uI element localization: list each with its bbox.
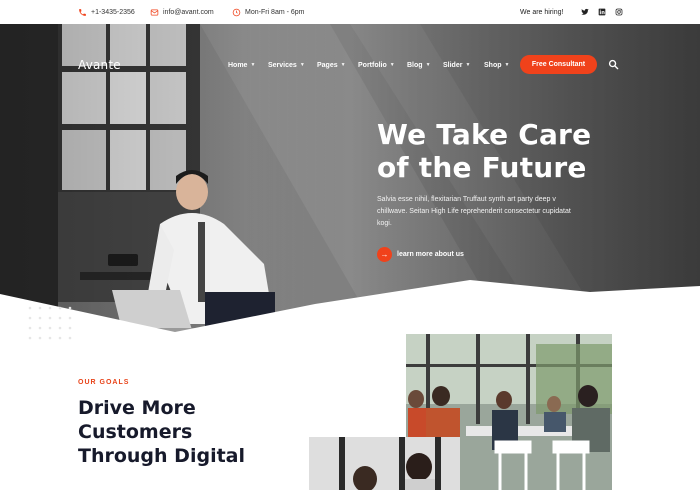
chevron-down-icon: ▼	[389, 62, 395, 68]
clock-icon	[232, 8, 241, 16]
nav-shop[interactable]: Shop ▼	[484, 60, 509, 70]
nav-label: Portfolio	[358, 61, 387, 69]
email-text: info@avant.com	[163, 8, 214, 16]
twitter-link[interactable]	[579, 6, 591, 18]
instagram-icon	[615, 8, 623, 16]
twitter-icon	[581, 8, 589, 15]
section-title-line: Customers	[78, 421, 193, 443]
nav-label: Slider	[443, 61, 463, 69]
chevron-down-icon: ▼	[340, 62, 346, 68]
site-logo[interactable]: Avante	[78, 58, 121, 72]
section-title-line: Drive More	[78, 397, 196, 419]
hours-text: Mon-Fri 8am - 6pm	[245, 8, 305, 16]
team-photo	[309, 437, 460, 490]
arrow-right-icon: →	[377, 247, 392, 262]
hero-title-line: We Take Care	[377, 118, 592, 151]
hero-title: We Take Care of the Future	[377, 118, 677, 184]
section-title: Drive More Customers Through Digital	[78, 396, 298, 468]
top-bar: +1-3435-2356 info@avant.com Mon-Fri 8am …	[0, 0, 700, 24]
nav-portfolio[interactable]: Portfolio ▼	[358, 60, 395, 70]
linkedin-icon	[598, 8, 606, 16]
nav-services[interactable]: Services ▼	[268, 60, 305, 70]
hero-wave-divider	[0, 280, 700, 354]
chevron-down-icon: ▼	[250, 62, 256, 68]
section-title-line: Through Digital	[78, 445, 245, 467]
phone-icon	[79, 8, 86, 16]
instagram-link[interactable]	[613, 6, 625, 18]
chevron-down-icon: ▼	[504, 62, 510, 68]
phone-contact[interactable]: +1-3435-2356	[78, 6, 135, 18]
learn-more-label: learn more about us	[397, 251, 464, 258]
hero-title-line: of the Future	[377, 151, 587, 184]
section-eyebrow: OUR GOALS	[78, 379, 130, 386]
nav-label: Shop	[484, 61, 502, 69]
nav-pages[interactable]: Pages ▼	[317, 60, 346, 70]
nav-blog[interactable]: Blog ▼	[407, 60, 431, 70]
hours-info: Mon-Fri 8am - 6pm	[232, 6, 305, 18]
chevron-down-icon: ▼	[425, 62, 431, 68]
hero-section: Avante Home ▼ Services ▼ Pages ▼ Portfolio ▼…	[0, 24, 700, 354]
nav-label: Services	[268, 61, 297, 69]
nav-label: Pages	[317, 61, 338, 69]
linkedin-link[interactable]	[596, 6, 608, 18]
phone-text: +1-3435-2356	[91, 8, 135, 16]
learn-more-link[interactable]: → learn more about us	[377, 247, 464, 262]
nav-label: Home	[228, 61, 248, 69]
hiring-link[interactable]: We are hiring!	[520, 6, 563, 18]
search-icon[interactable]	[608, 59, 619, 70]
nav-home[interactable]: Home ▼	[228, 60, 255, 70]
dot-pattern-decoration	[28, 306, 72, 340]
chevron-down-icon: ▼	[465, 62, 471, 68]
chevron-down-icon: ▼	[299, 62, 305, 68]
email-contact[interactable]: info@avant.com	[150, 6, 214, 18]
nav-slider[interactable]: Slider ▼	[443, 60, 470, 70]
hero-description: Salvia esse nihil, flexitarian Truffaut …	[377, 196, 571, 227]
mail-icon	[150, 9, 159, 15]
nav-label: Blog	[407, 61, 423, 69]
free-consultant-button[interactable]: Free Consultant	[520, 55, 597, 74]
